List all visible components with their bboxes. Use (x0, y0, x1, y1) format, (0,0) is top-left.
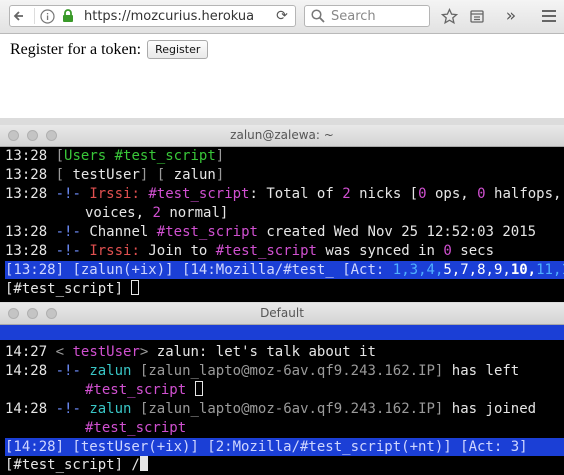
search-input[interactable] (331, 8, 423, 24)
reading-list-icon[interactable] (466, 6, 488, 26)
log-line: 14:28 -!- zalun [zalun_lapto@moz-6av.qf9… (5, 401, 537, 417)
log-line: 14:27 < testUser> zalun: let's talk abou… (5, 344, 376, 360)
log-line: 13:28 -!- Channel #test_script created W… (5, 224, 537, 240)
log-line: #test_script (85, 420, 187, 436)
browser-window: https://mozcurius.herokua ⟳ » Register f… (0, 0, 564, 118)
page-content: Register for a token: Register (10, 40, 209, 59)
log-line: 13:28 -!- Irssi: #test_script: Total of … (5, 186, 562, 202)
reload-icon[interactable]: ⟳ (273, 7, 291, 25)
log-line: 13:28 [ testUser] [ zalun] (5, 167, 225, 183)
log-line: #test_script (5, 381, 564, 400)
log-line: 13:28 [Users #test_script] (5, 148, 225, 164)
terminal-titlebar: zalun@zalewa: ~ (0, 125, 564, 147)
url-text[interactable]: https://mozcurius.herokua (84, 8, 266, 24)
bookmark-star-icon[interactable] (438, 6, 460, 26)
topic-bar (0, 325, 564, 340)
command-input[interactable]: [#test_script] / (5, 456, 564, 475)
irc-log: 13:28 [Users #test_script] 13:28 [ testU… (5, 147, 564, 261)
log-line: voices, 2 normal] (85, 205, 229, 221)
terminal-window-bottom: Default 14:27 < testUser> zalun: let's t… (0, 303, 564, 475)
text-cursor (194, 381, 203, 396)
search-bar[interactable] (304, 5, 430, 27)
info-icon[interactable] (40, 8, 56, 24)
log-line: 14:28 -!- zalun [zalun_lapto@moz-6av.qf9… (5, 363, 520, 379)
browser-toolbar: https://mozcurius.herokua ⟳ » (0, 0, 564, 34)
terminal-title: zalun@zalewa: ~ (230, 128, 334, 142)
irc-log: 14:27 < testUser> zalun: let's talk abou… (5, 343, 564, 438)
status-bar: [14:28] [testUser(+ix)] [2:Mozilla/#test… (5, 438, 564, 456)
terminal-window-top: zalun@zalewa: ~ 13:28 [Users #test_scrip… (0, 125, 564, 302)
register-button[interactable]: Register (147, 40, 209, 59)
url-bar[interactable]: https://mozcurius.herokua ⟳ (9, 5, 296, 27)
text-cursor (131, 280, 140, 295)
overflow-chevron-icon[interactable]: » (500, 6, 522, 26)
command-input[interactable]: [#test_script] (5, 280, 564, 299)
lock-icon[interactable] (62, 8, 78, 24)
back-button[interactable] (12, 8, 35, 24)
arrow-left-icon (13, 11, 23, 21)
log-line: 13:28 -!- Irssi: Join to #test_script wa… (5, 243, 494, 259)
search-icon (311, 9, 325, 23)
terminal-titlebar: Default (0, 303, 564, 325)
terminal-title: Default (260, 306, 304, 320)
hamburger-menu-icon[interactable] (538, 6, 560, 26)
text-cursor (139, 456, 148, 471)
register-label: Register for a token: (10, 40, 142, 58)
status-bar: [13:28] [zalun(+ix)] [14:Mozilla/#test_ … (5, 261, 564, 279)
